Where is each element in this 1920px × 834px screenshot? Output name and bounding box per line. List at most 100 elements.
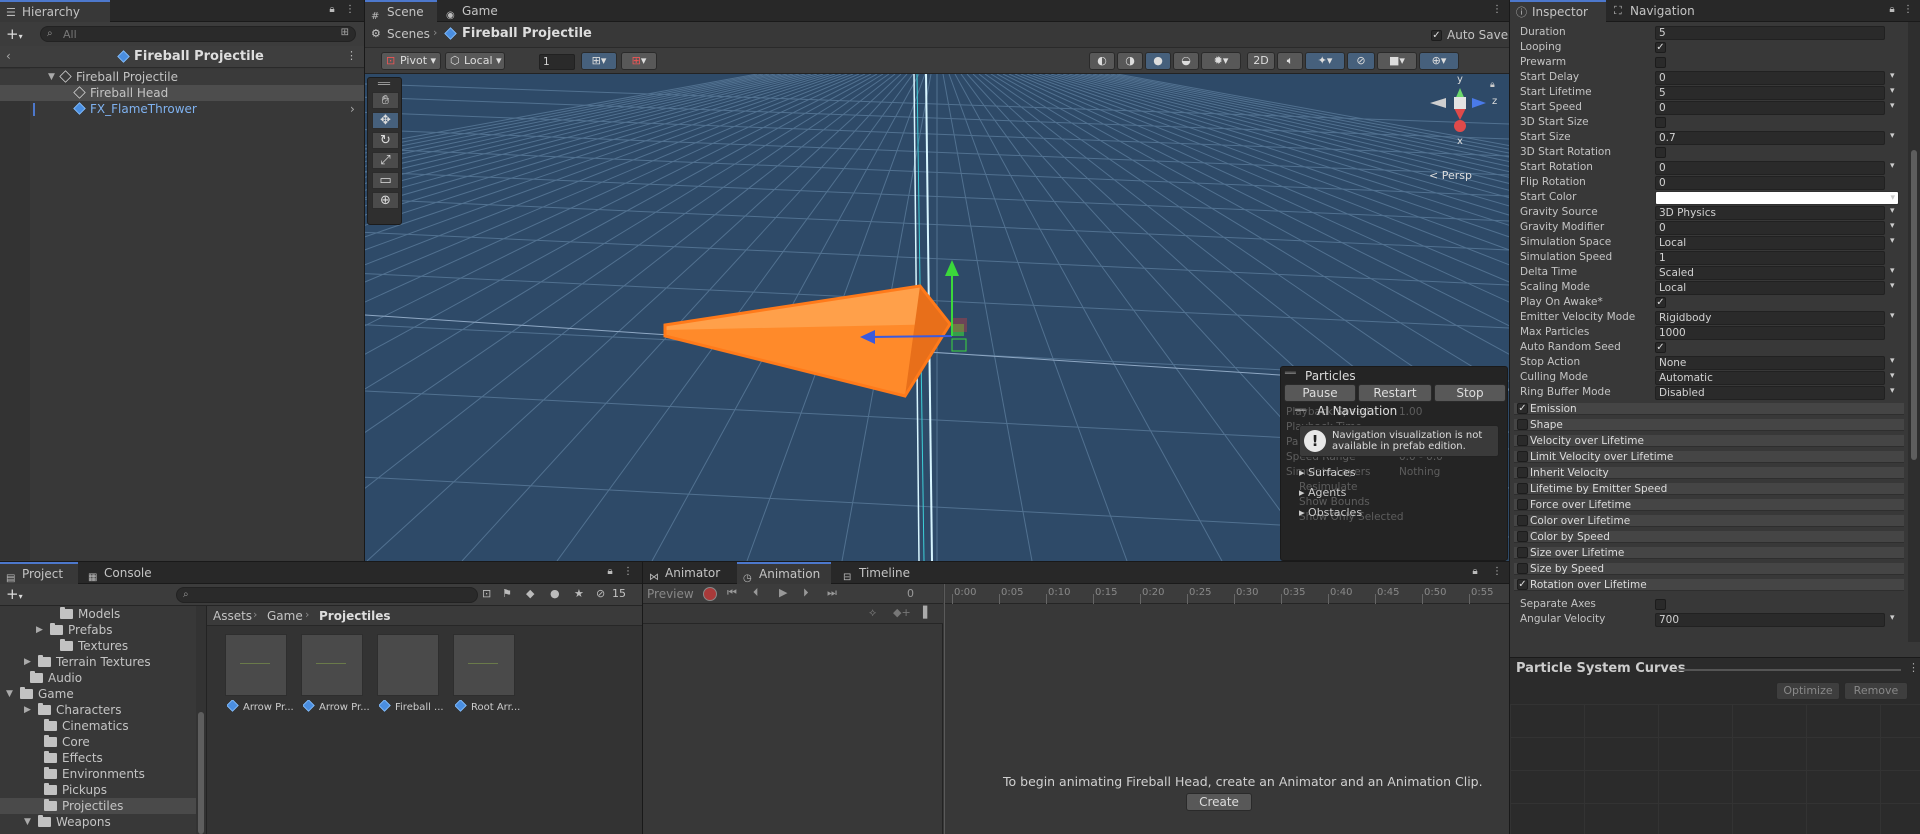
module-checkbox[interactable] <box>1517 451 1528 462</box>
lock-icon[interactable]: 🔒︎ <box>326 4 338 16</box>
property-value-field[interactable]: None <box>1655 356 1885 370</box>
expand-arrow-icon[interactable]: ▶ <box>36 622 43 638</box>
module-header[interactable]: Inherit Velocity <box>1514 467 1904 479</box>
property-checkbox[interactable]: ✓ <box>1655 342 1666 353</box>
optimize-button[interactable]: Optimize <box>1776 682 1840 700</box>
module-header[interactable]: Color over Lifetime <box>1514 515 1904 527</box>
property-value-field[interactable]: 0.7 <box>1655 131 1885 145</box>
rotate-tool-icon[interactable]: ↻ <box>372 132 399 149</box>
asset-thumbnail[interactable] <box>225 634 287 696</box>
breadcrumb-projectiles[interactable]: Projectiles <box>319 609 391 623</box>
shaded-toggle[interactable]: ● <box>1145 52 1171 70</box>
tab-hierarchy[interactable]: ☰ Hierarchy <box>0 0 110 22</box>
create-animation-button[interactable]: Create <box>1186 793 1252 811</box>
property-value-field[interactable]: Local <box>1655 281 1885 295</box>
curve-mode-dropdown-icon[interactable]: ▾ <box>1890 371 1895 381</box>
curve-mode-dropdown-icon[interactable]: ▾ <box>1890 386 1895 396</box>
more-menu-icon[interactable]: ⋮ <box>1491 566 1503 578</box>
unlit-toggle[interactable]: ◒ <box>1173 52 1199 70</box>
back-arrow-icon[interactable]: ‹ <box>6 49 11 63</box>
module-checkbox[interactable] <box>1517 547 1528 558</box>
project-search-field[interactable]: ⌕ <box>176 587 478 603</box>
prefab-menu-icon[interactable]: ⋮ <box>346 49 357 62</box>
module-header[interactable]: Shape <box>1514 419 1904 431</box>
curve-mode-dropdown-icon[interactable]: ▾ <box>1890 71 1895 81</box>
curve-mode-dropdown-icon[interactable]: ▾ <box>1890 221 1895 231</box>
curve-mode-dropdown-icon[interactable]: ▾ <box>1890 101 1895 111</box>
property-checkbox[interactable] <box>1655 57 1666 68</box>
preview-toggle[interactable]: Preview <box>647 587 694 601</box>
module-header[interactable]: Lifetime by Emitter Speed <box>1514 483 1904 495</box>
curves-grid[interactable] <box>1510 704 1920 834</box>
module-header[interactable]: ✓ Emission <box>1514 403 1904 415</box>
property-value-field[interactable]: 5 <box>1655 86 1885 100</box>
scene-viewport[interactable]: ══ ✋︎ ✥ ↻ ⤢ ▭ ⊕ y z x 🔒︎ < Persp ══ Part… <box>365 74 1509 561</box>
fireball-mesh[interactable] <box>663 284 952 398</box>
first-frame-icon[interactable]: ⏮︎ <box>727 586 737 600</box>
property-checkbox[interactable] <box>1655 147 1666 158</box>
property-value-field[interactable]: 3D Physics <box>1655 206 1885 220</box>
asset-name[interactable]: Fireball ... <box>379 700 449 713</box>
project-folder-models[interactable]: Models <box>0 606 196 622</box>
lock-icon[interactable]: 🔒︎ <box>604 566 616 578</box>
camera-dropdown[interactable]: ■▾ <box>1377 52 1417 70</box>
local-dropdown[interactable]: ⬡ Local ▾ <box>445 52 505 70</box>
hierarchy-item-root[interactable]: ▼ Fireball Projectile <box>0 69 364 85</box>
ai-nav-handle[interactable]: ══ <box>1295 406 1306 416</box>
tab-console[interactable]: ▦ Console <box>82 562 162 584</box>
property-checkbox[interactable] <box>1655 117 1666 128</box>
property-value-field[interactable]: Scaled <box>1655 266 1885 280</box>
project-folder-cinematics[interactable]: Cinematics <box>0 718 196 734</box>
project-folder-game[interactable]: ▼ Game <box>0 686 196 702</box>
curve-mode-dropdown-icon[interactable]: ▾ <box>1890 206 1895 216</box>
property-value-field[interactable]: 0 <box>1655 176 1885 190</box>
favorites-icon[interactable]: ★ <box>574 587 584 600</box>
property-value-field[interactable]: 0 <box>1655 71 1885 85</box>
project-folder-projectiles[interactable]: Projectiles <box>0 798 196 814</box>
asset-thumbnail[interactable] <box>377 634 439 696</box>
rect-tool-icon[interactable]: ▭ <box>372 172 399 189</box>
more-menu-icon[interactable]: ⋮ <box>622 566 634 578</box>
property-value-field[interactable]: Local <box>1655 236 1885 250</box>
snap-increment-field[interactable]: 1 <box>539 54 575 70</box>
tab-animation[interactable]: ◷ Animation <box>737 562 831 584</box>
property-value-field[interactable]: 700 <box>1655 613 1885 627</box>
curve-mode-dropdown-icon[interactable]: ▾ <box>1890 236 1895 246</box>
filter-by-type-icon[interactable]: ⚑ <box>502 587 512 600</box>
hidden-packages-icon[interactable]: ⊘ <box>596 587 605 600</box>
restart-button[interactable]: Restart <box>1358 384 1432 402</box>
search-field[interactable]: ⌕ All ⊞ <box>40 26 356 42</box>
tab-navigation[interactable]: ⛶ Navigation <box>1608 0 1704 22</box>
more-menu-icon[interactable]: ⋮ <box>1902 4 1914 16</box>
effects-dropdown[interactable]: ✦▾ <box>1305 52 1345 70</box>
record-button[interactable] <box>703 587 717 601</box>
property-checkbox[interactable]: ✓ <box>1655 42 1666 53</box>
curve-mode-dropdown-icon[interactable]: ▾ <box>1890 131 1895 141</box>
play-icon[interactable]: ▶ <box>779 586 787 599</box>
move-tool-icon[interactable]: ✥ <box>372 112 399 129</box>
property-value-field[interactable]: Rigidbody <box>1655 311 1885 325</box>
module-header[interactable]: ✓ Rotation over Lifetime <box>1514 579 1904 591</box>
hidden-objects-toggle[interactable]: ⊘ <box>1347 52 1375 70</box>
2d-toggle[interactable]: 2D <box>1247 52 1275 70</box>
inspector-scrollbar[interactable] <box>1908 22 1920 642</box>
module-checkbox[interactable] <box>1517 563 1528 574</box>
project-folder-characters[interactable]: ▶ Characters <box>0 702 196 718</box>
curve-mode-dropdown-icon[interactable]: ▾ <box>1890 281 1895 291</box>
tab-inspector[interactable]: ⓘ Inspector <box>1510 0 1606 22</box>
expand-arrow-icon[interactable]: ▼ <box>6 686 13 702</box>
property-value-field[interactable]: 0 <box>1655 221 1885 235</box>
breadcrumb-assets[interactable]: Assets <box>213 609 252 623</box>
project-folder-environments[interactable]: Environments <box>0 766 196 782</box>
tab-animator[interactable]: ⋈ Animator <box>643 562 727 584</box>
tab-timeline[interactable]: ⊟ Timeline <box>837 562 919 584</box>
module-header[interactable]: Limit Velocity over Lifetime <box>1514 451 1904 463</box>
surfaces-foldout[interactable]: ▸ Surfaces <box>1299 466 1356 479</box>
property-checkbox[interactable]: ✓ <box>1655 297 1666 308</box>
property-value-field[interactable]: 0 <box>1655 161 1885 175</box>
orientation-gizmo[interactable]: y z x 🔒︎ <box>1420 74 1505 154</box>
asset-thumbnail[interactable] <box>301 634 363 696</box>
expand-arrow-icon[interactable]: ▼ <box>24 814 31 830</box>
project-tree-scrollbar[interactable] <box>196 606 206 834</box>
hand-tool-icon[interactable]: ✋︎ <box>372 92 399 109</box>
